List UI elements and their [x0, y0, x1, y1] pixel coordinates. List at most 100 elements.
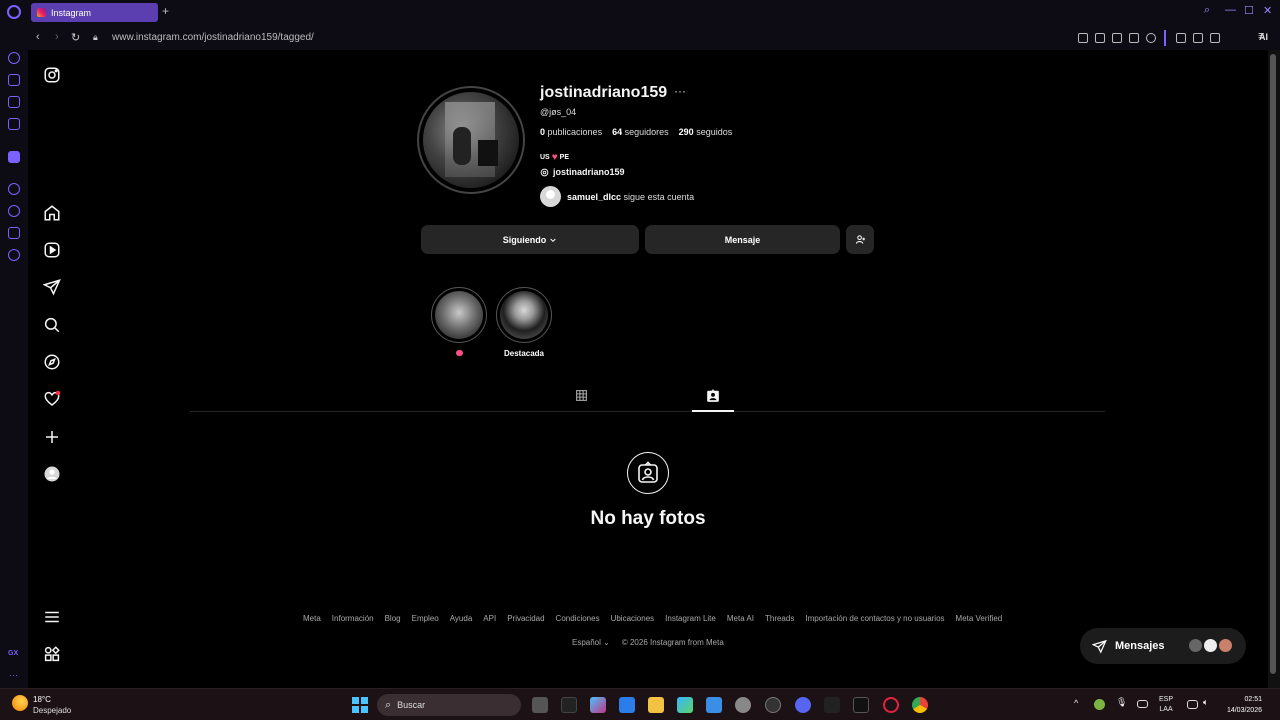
chrome-icon[interactable] — [912, 697, 928, 713]
player-icon[interactable] — [1129, 33, 1139, 43]
heart-icon[interactable] — [1146, 33, 1156, 43]
discord-icon[interactable] — [795, 697, 811, 713]
sidebar-messenger-icon[interactable] — [8, 118, 20, 130]
scrollbar-thumb[interactable] — [1270, 54, 1276, 674]
network-icon[interactable] — [1187, 700, 1198, 709]
followers-stat[interactable]: 64 seguidores — [612, 127, 669, 137]
taskbar-search[interactable]: ⌕ Buscar — [377, 694, 521, 716]
sidebar-twitch-icon[interactable] — [8, 151, 20, 163]
browser-tab-instagram[interactable]: Instagram — [31, 3, 158, 22]
search-icon[interactable] — [43, 316, 61, 334]
start-button[interactable] — [352, 697, 368, 713]
clock[interactable]: 02:51 14/03/2026 — [1222, 694, 1262, 716]
messages-button[interactable]: Mensajes — [1080, 628, 1246, 664]
file-explorer-icon[interactable] — [648, 697, 664, 713]
menu-icon[interactable]: ≡ — [1258, 30, 1264, 42]
adblock-icon[interactable] — [1112, 33, 1122, 43]
footer-link[interactable]: API — [483, 614, 496, 623]
footer-link[interactable]: Privacidad — [507, 614, 544, 623]
volume-icon[interactable]: 🔈︎ — [1203, 697, 1208, 708]
profile-avatar-icon[interactable] — [43, 465, 61, 483]
sidebar-player-icon[interactable] — [8, 183, 20, 195]
profile-avatar[interactable] — [417, 86, 525, 194]
footer-link[interactable]: Blog — [385, 614, 401, 623]
more-menu-icon[interactable] — [43, 608, 61, 626]
opera-logo-icon[interactable] — [7, 5, 21, 19]
sidebar-settings-icon[interactable] — [8, 249, 20, 261]
footer-link[interactable]: Meta AI — [727, 614, 754, 623]
weather-temp[interactable]: 18°C — [33, 695, 51, 704]
minimize-button[interactable]: — — [1225, 4, 1236, 16]
footer-link[interactable]: Ayuda — [450, 614, 473, 623]
reload-button[interactable]: ↻ — [71, 31, 80, 44]
message-button[interactable]: Mensaje — [645, 225, 840, 254]
store-icon[interactable] — [619, 697, 635, 713]
footer-link[interactable]: Ubicaciones — [611, 614, 655, 623]
logitech-icon[interactable] — [824, 697, 840, 713]
footer-link[interactable]: Información — [332, 614, 374, 623]
follower-avatar[interactable] — [540, 186, 561, 207]
weather-desc[interactable]: Despejado — [33, 706, 71, 715]
weather-icon[interactable] — [12, 695, 28, 711]
tray-overflow-icon[interactable]: ^ — [1074, 698, 1078, 708]
keyboard-icon[interactable] — [1137, 700, 1148, 708]
sidebar-shop-icon[interactable] — [8, 74, 20, 86]
home-icon[interactable] — [43, 204, 61, 222]
url-field[interactable]: www.instagram.com/jostinadriano159/tagge… — [112, 32, 314, 43]
snapshot-icon[interactable] — [1095, 33, 1105, 43]
app-icon[interactable] — [561, 697, 577, 713]
opera-gx-icon[interactable] — [883, 697, 899, 713]
input-language[interactable]: ESP LAA — [1159, 695, 1173, 715]
direct-messages-icon[interactable] — [43, 278, 61, 296]
photos-icon[interactable] — [706, 697, 722, 713]
epic-games-icon[interactable] — [853, 697, 869, 713]
create-plus-icon[interactable] — [43, 428, 61, 446]
followed-by[interactable]: samuel_dlcc sigue esta cuenta — [540, 186, 694, 207]
following-stat[interactable]: 290 seguidos — [679, 127, 733, 137]
story-highlight[interactable]: Destacada — [496, 287, 552, 358]
tray-app-icon[interactable] — [1094, 699, 1105, 710]
microphone-icon[interactable]: 🎙︎ — [1116, 697, 1127, 708]
profile-options-icon[interactable]: ··· — [674, 84, 686, 98]
extensions-icon[interactable] — [1176, 33, 1186, 43]
threads-link[interactable]: jostinadriano159 — [540, 167, 625, 177]
tab-posts[interactable] — [575, 389, 588, 407]
footer-link[interactable]: Meta — [303, 614, 321, 623]
footer-link[interactable]: Threads — [765, 614, 794, 623]
profile-icon[interactable] — [1193, 33, 1203, 43]
tab-tagged[interactable] — [706, 389, 720, 408]
suggested-users-button[interactable] — [846, 225, 874, 254]
back-button[interactable]: ‹ — [36, 31, 40, 43]
maximize-button[interactable]: ☐ — [1244, 4, 1254, 17]
shield-icon[interactable] — [735, 697, 751, 713]
sidebar-workspace-icon[interactable] — [8, 96, 20, 108]
footer-link[interactable]: Empleo — [412, 614, 439, 623]
bookmark-icon[interactable] — [1078, 33, 1088, 43]
following-button[interactable]: Siguiendo — [421, 225, 639, 254]
page-scrollbar[interactable] — [1268, 50, 1280, 688]
sidebar-cube-icon[interactable] — [8, 227, 20, 239]
sidebar-history-icon[interactable] — [8, 205, 20, 217]
new-tab-button[interactable]: + — [162, 4, 169, 18]
follower-username[interactable]: samuel_dlcc — [567, 192, 621, 202]
story-highlight[interactable] — [431, 287, 487, 358]
language-select[interactable]: Español ⌄ — [572, 638, 610, 647]
close-window-button[interactable]: ✕ — [1263, 4, 1272, 17]
app-icon[interactable] — [765, 697, 781, 713]
forward-button[interactable]: › — [55, 31, 59, 43]
copilot-icon[interactable] — [590, 697, 606, 713]
footer-link[interactable]: Importación de contactos y no usuarios — [805, 614, 944, 623]
reels-icon[interactable] — [43, 241, 61, 259]
office-icon[interactable] — [677, 697, 693, 713]
search-tabs-icon[interactable]: ⌕ — [1204, 4, 1210, 17]
sidebar-speed-dial-icon[interactable] — [8, 52, 20, 64]
explore-icon[interactable] — [43, 353, 61, 371]
task-view-icon[interactable] — [532, 697, 548, 713]
also-from-meta-icon[interactable] — [43, 645, 61, 663]
notifications-heart-icon[interactable] — [43, 390, 61, 408]
footer-link[interactable]: Condiciones — [556, 614, 600, 623]
sidebar-more-icon[interactable]: ··· — [9, 670, 18, 680]
footer-link[interactable]: Meta Verified — [956, 614, 1003, 623]
instagram-logo-icon[interactable] — [43, 66, 61, 84]
footer-link[interactable]: Instagram Lite — [665, 614, 716, 623]
